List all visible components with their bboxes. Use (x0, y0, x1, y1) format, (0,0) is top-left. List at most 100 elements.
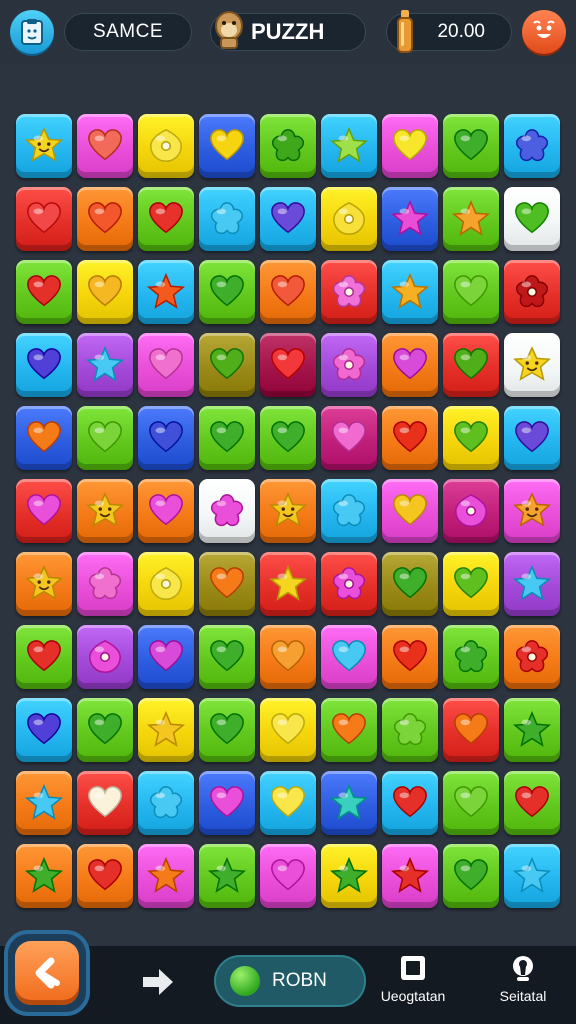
tile-r8-c5[interactable] (260, 625, 316, 689)
tile-r11-c7[interactable] (382, 844, 438, 908)
tile-r11-c2[interactable] (77, 844, 133, 908)
tile-r5-c6[interactable] (321, 406, 377, 470)
back-button[interactable] (4, 930, 90, 1016)
tile-r6-c9[interactable] (504, 479, 560, 543)
tile-r9-c5[interactable] (260, 698, 316, 762)
tile-r4-c3[interactable] (138, 333, 194, 397)
tile-r3-c6[interactable] (321, 260, 377, 324)
tile-r8-c7[interactable] (382, 625, 438, 689)
tile-r10-c4[interactable] (199, 771, 255, 835)
tile-r6-c7[interactable] (382, 479, 438, 543)
tile-r3-c8[interactable] (443, 260, 499, 324)
tile-r11-c5[interactable] (260, 844, 316, 908)
tool-button-2[interactable]: Seitatal (478, 952, 568, 1012)
tile-r2-c9[interactable] (504, 187, 560, 251)
tile-r3-c3[interactable] (138, 260, 194, 324)
tile-r2-c2[interactable] (77, 187, 133, 251)
tile-r3-c7[interactable] (382, 260, 438, 324)
tile-r2-c7[interactable] (382, 187, 438, 251)
tile-r10-c3[interactable] (138, 771, 194, 835)
tile-r4-c4[interactable] (199, 333, 255, 397)
tile-r7-c2[interactable] (77, 552, 133, 616)
tile-r1-c2[interactable] (77, 114, 133, 178)
tile-r9-c9[interactable] (504, 698, 560, 762)
tile-r4-c2[interactable] (77, 333, 133, 397)
tile-r6-c2[interactable] (77, 479, 133, 543)
tile-r10-c2[interactable] (77, 771, 133, 835)
tile-r6-c5[interactable] (260, 479, 316, 543)
tile-r1-c1[interactable] (16, 114, 72, 178)
tile-r1-c4[interactable] (199, 114, 255, 178)
tile-r7-c7[interactable] (382, 552, 438, 616)
tile-r7-c8[interactable] (443, 552, 499, 616)
tile-r5-c4[interactable] (199, 406, 255, 470)
tile-r9-c7[interactable] (382, 698, 438, 762)
tile-r5-c1[interactable] (16, 406, 72, 470)
tile-r5-c8[interactable] (443, 406, 499, 470)
tile-r4-c5[interactable] (260, 333, 316, 397)
tile-r5-c7[interactable] (382, 406, 438, 470)
tile-r3-c1[interactable] (16, 260, 72, 324)
tile-r8-c3[interactable] (138, 625, 194, 689)
tile-r6-c4[interactable] (199, 479, 255, 543)
tile-r1-c3[interactable] (138, 114, 194, 178)
tile-r3-c2[interactable] (77, 260, 133, 324)
tile-r3-c5[interactable] (260, 260, 316, 324)
clipboard-face-icon[interactable] (10, 10, 54, 54)
tile-r11-c3[interactable] (138, 844, 194, 908)
player-name-pill[interactable]: SAMCE (64, 13, 192, 51)
tool-button-1[interactable]: Ueogtatan (368, 952, 458, 1012)
tile-r2-c3[interactable] (138, 187, 194, 251)
tile-r1-c6[interactable] (321, 114, 377, 178)
tile-r2-c6[interactable] (321, 187, 377, 251)
tile-r8-c9[interactable] (504, 625, 560, 689)
tile-r7-c1[interactable] (16, 552, 72, 616)
tile-r3-c9[interactable] (504, 260, 560, 324)
tile-r9-c6[interactable] (321, 698, 377, 762)
tile-r2-c8[interactable] (443, 187, 499, 251)
tile-r4-c8[interactable] (443, 333, 499, 397)
tile-r11-c9[interactable] (504, 844, 560, 908)
tile-r4-c1[interactable] (16, 333, 72, 397)
tile-r11-c8[interactable] (443, 844, 499, 908)
tile-r10-c9[interactable] (504, 771, 560, 835)
tile-r2-c5[interactable] (260, 187, 316, 251)
tile-r2-c1[interactable] (16, 187, 72, 251)
coin-counter[interactable]: 20.00 (386, 10, 512, 53)
tile-r5-c3[interactable] (138, 406, 194, 470)
smiley-face-icon[interactable] (522, 10, 566, 54)
tile-r4-c9[interactable] (504, 333, 560, 397)
tile-r6-c1[interactable] (16, 479, 72, 543)
tile-r5-c9[interactable] (504, 406, 560, 470)
tile-r8-c6[interactable] (321, 625, 377, 689)
tile-r9-c8[interactable] (443, 698, 499, 762)
tile-r3-c4[interactable] (199, 260, 255, 324)
tile-r11-c6[interactable] (321, 844, 377, 908)
tile-r10-c6[interactable] (321, 771, 377, 835)
tile-r7-c6[interactable] (321, 552, 377, 616)
tile-r6-c8[interactable] (443, 479, 499, 543)
tile-r10-c8[interactable] (443, 771, 499, 835)
tile-r2-c4[interactable] (199, 187, 255, 251)
tile-r11-c1[interactable] (16, 844, 72, 908)
tile-r1-c8[interactable] (443, 114, 499, 178)
tile-r4-c7[interactable] (382, 333, 438, 397)
tile-r7-c5[interactable] (260, 552, 316, 616)
tile-r9-c4[interactable] (199, 698, 255, 762)
tile-r1-c9[interactable] (504, 114, 560, 178)
tile-r5-c5[interactable] (260, 406, 316, 470)
tile-r10-c5[interactable] (260, 771, 316, 835)
tile-r10-c1[interactable] (16, 771, 72, 835)
tile-r8-c8[interactable] (443, 625, 499, 689)
tile-r6-c3[interactable] (138, 479, 194, 543)
tile-r8-c2[interactable] (77, 625, 133, 689)
tile-r1-c5[interactable] (260, 114, 316, 178)
tile-r5-c2[interactable] (77, 406, 133, 470)
run-button[interactable]: ROBN (214, 955, 366, 1007)
tile-r9-c1[interactable] (16, 698, 72, 762)
tile-r8-c4[interactable] (199, 625, 255, 689)
tile-r10-c7[interactable] (382, 771, 438, 835)
tile-r7-c9[interactable] (504, 552, 560, 616)
tile-r9-c2[interactable] (77, 698, 133, 762)
tile-r7-c4[interactable] (199, 552, 255, 616)
